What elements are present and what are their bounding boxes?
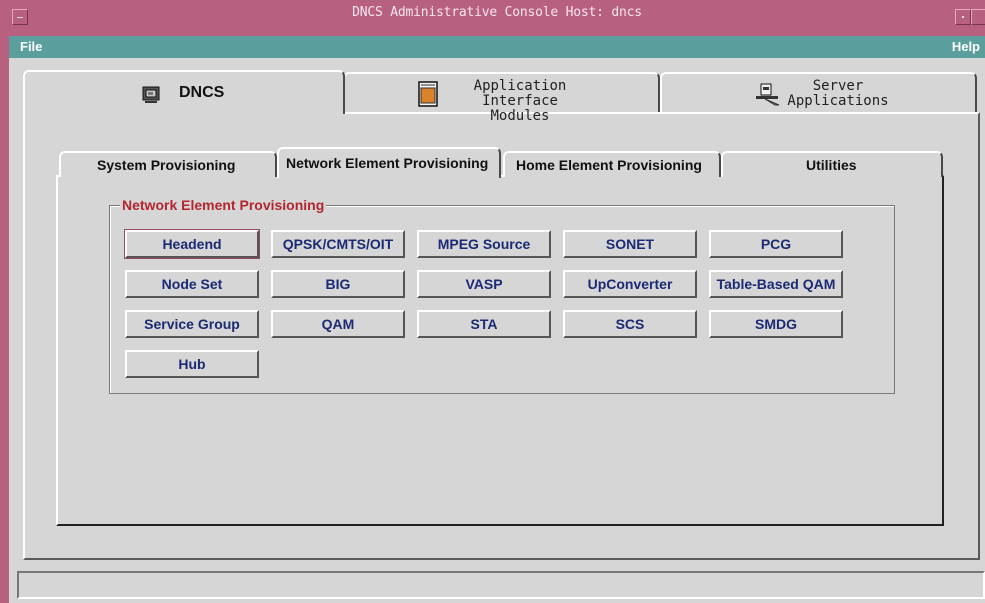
tab-home-element-provisioning[interactable]: Home Element Provisioning <box>503 151 721 177</box>
tab-aim-label-line1: Application <box>473 78 567 94</box>
network-element-group: Network Element Provisioning Headend QPS… <box>109 197 895 394</box>
tab-utilities[interactable]: Utilities <box>721 151 943 177</box>
menu-file[interactable]: File <box>20 39 42 54</box>
pcg-button[interactable]: PCG <box>709 230 843 258</box>
hub-button[interactable]: Hub <box>125 350 259 378</box>
tab-system-provisioning-label: System Provisioning <box>97 157 236 173</box>
minimize-icon <box>962 16 964 18</box>
smdg-button[interactable]: SMDG <box>709 310 843 338</box>
tab-server-applications[interactable]: Server Applications <box>660 72 977 112</box>
minimize-button[interactable] <box>955 9 971 25</box>
group-title: Network Element Provisioning <box>120 197 327 213</box>
qam-button[interactable]: QAM <box>271 310 405 338</box>
monitor-icon <box>142 86 160 103</box>
sonet-button[interactable]: SONET <box>563 230 697 258</box>
console-area: DNCS Application Interface Modules Serve… <box>9 58 985 563</box>
tab-application-interface-modules[interactable]: Application Interface Modules <box>343 72 660 124</box>
menubar: File Help <box>9 36 985 58</box>
window-titlebar[interactable]: DNCS Administrative Console Host: dncs <box>9 0 985 36</box>
upconverter-button[interactable]: UpConverter <box>563 270 697 298</box>
tab-utilities-label: Utilities <box>806 157 857 173</box>
tab-aim-label-line2: Interface Modules <box>482 93 558 124</box>
vasp-button[interactable]: VASP <box>417 270 551 298</box>
qpsk-cmts-oit-button[interactable]: QPSK/CMTS/OIT <box>271 230 405 258</box>
window-title: DNCS Administrative Console Host: dncs <box>352 5 642 20</box>
maximize-button[interactable] <box>971 9 985 25</box>
menu-help[interactable]: Help <box>952 39 980 54</box>
service-group-button[interactable]: Service Group <box>125 310 259 338</box>
tab-server-label-line2: Applications <box>787 93 889 109</box>
node-set-button[interactable]: Node Set <box>125 270 259 298</box>
tab-dncs[interactable]: DNCS <box>23 70 345 114</box>
sta-button[interactable]: STA <box>417 310 551 338</box>
tab-network-element-provisioning-label: Network Element Provisioning <box>286 155 489 171</box>
scs-button[interactable]: SCS <box>563 310 697 338</box>
headend-button[interactable]: Headend <box>124 229 260 259</box>
tab-network-element-provisioning[interactable]: Network Element Provisioning <box>277 147 501 178</box>
tab-system-provisioning[interactable]: System Provisioning <box>59 151 277 177</box>
window-frame-left <box>0 0 9 603</box>
status-bar <box>17 571 985 599</box>
document-icon <box>418 81 438 107</box>
tab-home-element-provisioning-label: Home Element Provisioning <box>516 157 702 173</box>
table-based-qam-button[interactable]: Table-Based QAM <box>709 270 843 298</box>
tab-server-label-line1: Server <box>812 78 864 94</box>
big-button[interactable]: BIG <box>271 270 405 298</box>
tab-dncs-label: DNCS <box>179 84 225 101</box>
server-icon <box>756 83 780 106</box>
mpeg-source-button[interactable]: MPEG Source <box>417 230 551 258</box>
